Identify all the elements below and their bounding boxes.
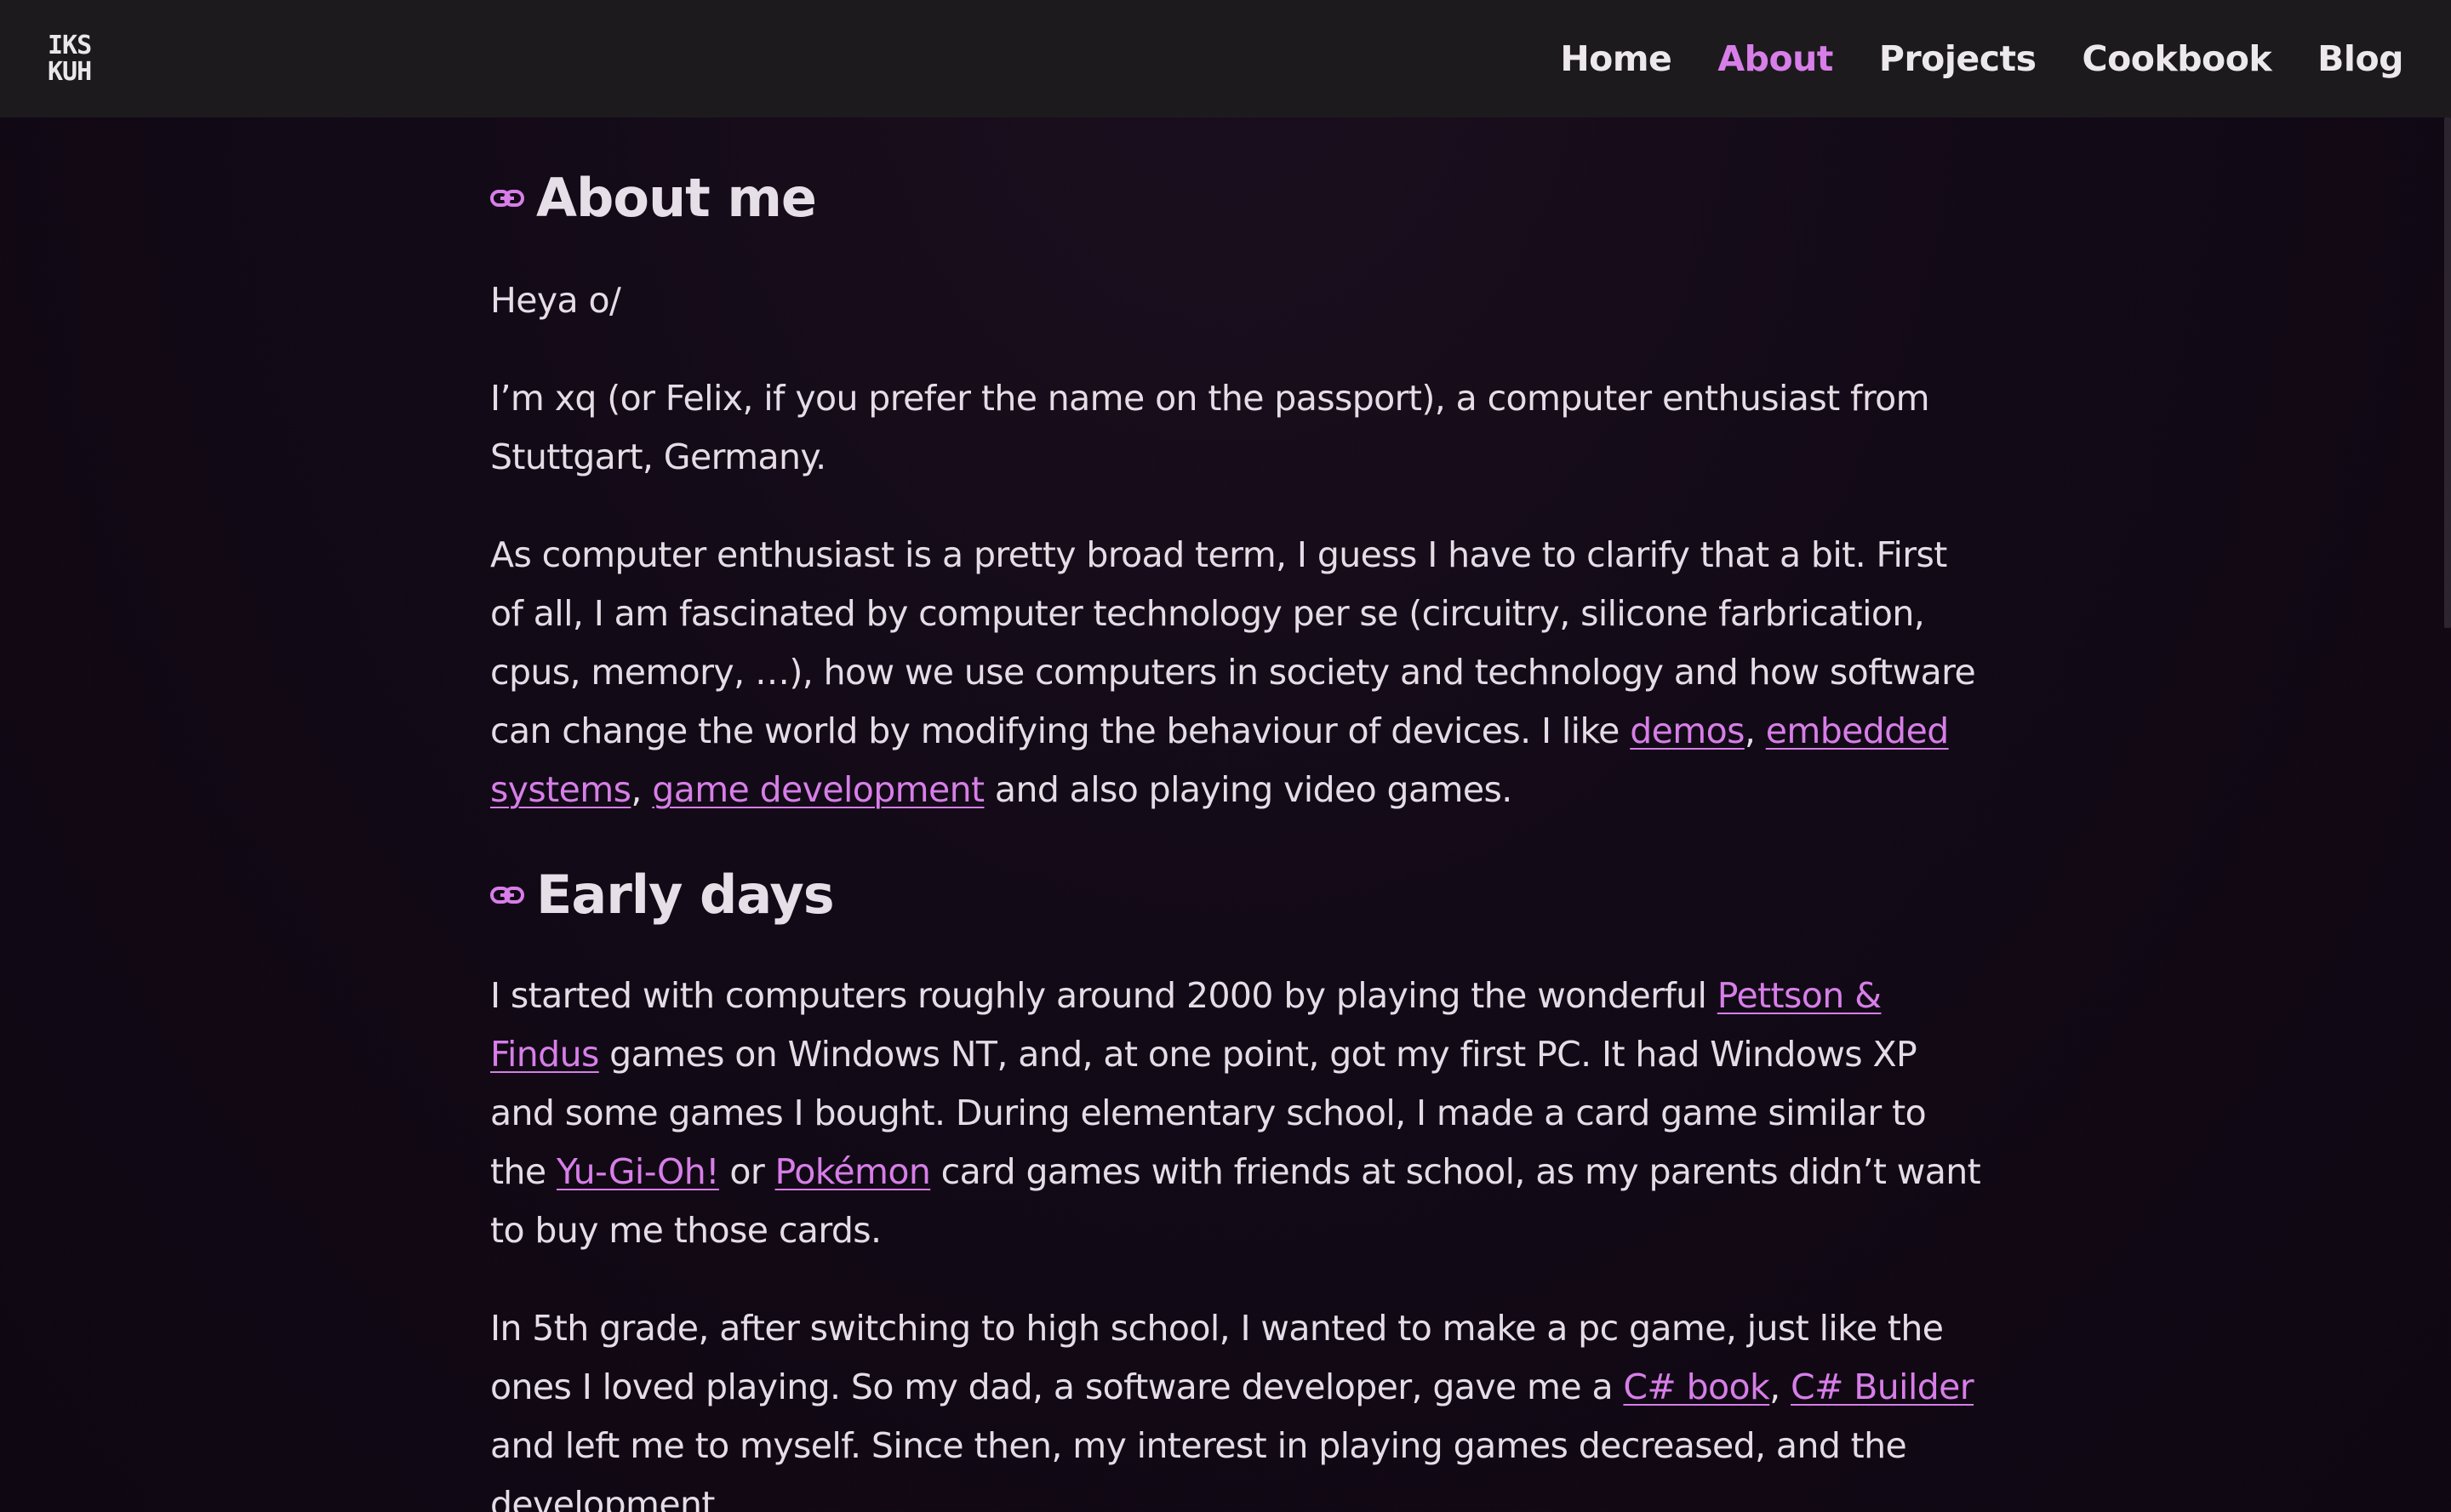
nav-cookbook[interactable]: Cookbook [2082,38,2272,79]
site-logo[interactable]: IKS KUH [48,32,104,88]
link-demos[interactable]: demos [1630,710,1745,751]
early-text: or [718,1151,775,1192]
link-icon[interactable] [490,882,524,908]
link-yu-gi-oh[interactable]: Yu-Gi-Oh! [557,1151,720,1192]
nav-home[interactable]: Home [1560,38,1672,79]
link-game-development[interactable]: game development [652,769,985,810]
early-text: I started with computers roughly around … [490,975,1717,1016]
logo-line-1: IKS [48,31,92,60]
nav-blog[interactable]: Blog [2317,38,2403,79]
link-icon[interactable] [490,185,524,211]
link-csharp-book[interactable]: C# book [1623,1367,1769,1407]
heading-early-days-text: Early days [536,864,835,926]
separator: , [1769,1367,1791,1407]
main-nav: Home About Projects Cookbook Blog [1560,0,2403,117]
early-days-paragraph: I started with computers roughly around … [490,967,1988,1260]
nav-projects[interactable]: Projects [1879,38,2037,79]
nav-about[interactable]: About [1717,38,1833,79]
fifth-grade-paragraph: In 5th grade, after switching to high sc… [490,1299,1988,1512]
top-navigation-bar: IKS KUH Home About Projects Cookbook Blo… [0,0,2451,117]
scrollbar-thumb[interactable] [2444,117,2451,628]
greeting-paragraph: Heya o/ [490,280,621,321]
heading-about-me: About me [490,167,1988,229]
main-content: About me Heya o/ I’m xq (or Felix, if yo… [490,167,1988,1512]
heading-early-days: Early days [490,864,1988,926]
separator: , [1744,710,1766,751]
link-pokemon[interactable]: Pokémon [775,1151,931,1192]
heading-about-me-text: About me [536,167,817,229]
intro-paragraph: I’m xq (or Felix, if you prefer the name… [490,378,1930,477]
interests-paragraph: As computer enthusiast is a pretty broad… [490,526,1988,819]
link-csharp-builder[interactable]: C# Builder [1791,1367,1974,1407]
logo-line-2: KUH [48,57,92,87]
interests-text-end: and also playing video games. [984,769,1512,810]
grade-text: and left me to myself. Since then, my in… [490,1425,1907,1512]
separator: , [631,769,653,810]
